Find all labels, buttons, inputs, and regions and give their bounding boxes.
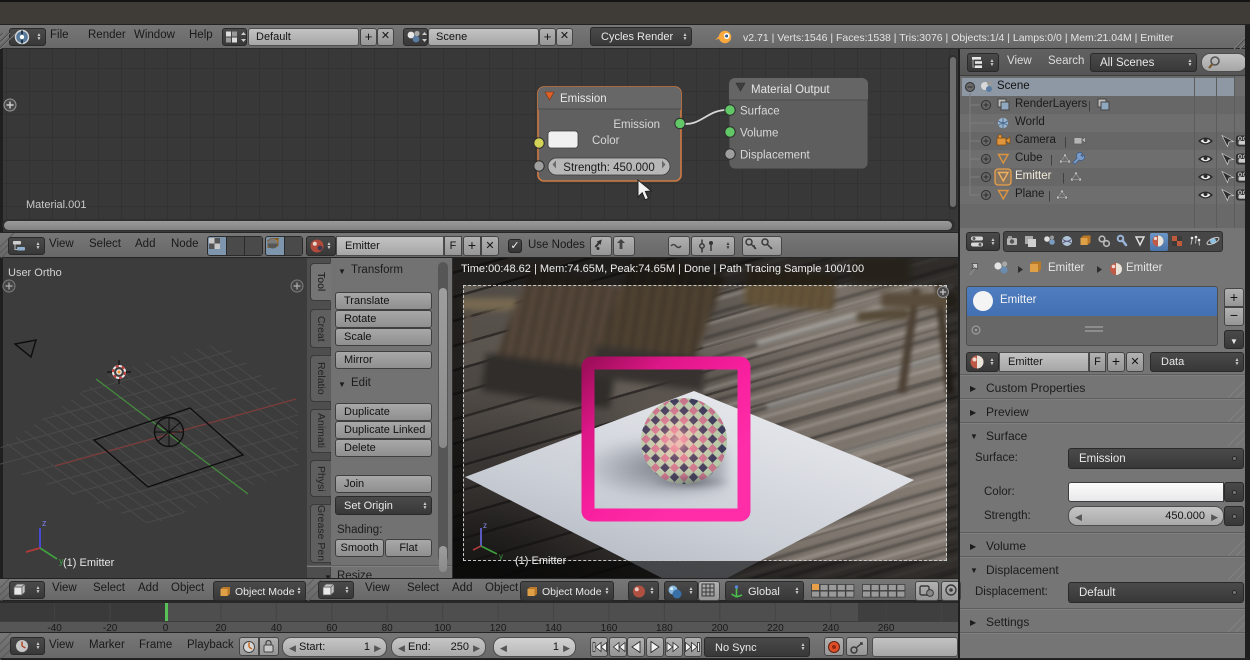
svg-text:Emission: Emission	[560, 93, 607, 105]
svg-text:Material Output: Material Output	[751, 84, 830, 96]
svg-text:z: z	[42, 518, 47, 528]
svg-text:Emission: Emission	[613, 119, 660, 131]
svg-text:Displacement: Displacement	[740, 150, 810, 162]
svg-text:y: y	[499, 552, 503, 560]
svg-text:Color: Color	[592, 135, 620, 147]
svg-text:Strength: 450.000: Strength: 450.000	[563, 162, 654, 174]
svg-text:Volume: Volume	[740, 128, 778, 140]
svg-text:Surface: Surface	[740, 106, 780, 118]
svg-text:z: z	[483, 521, 487, 530]
